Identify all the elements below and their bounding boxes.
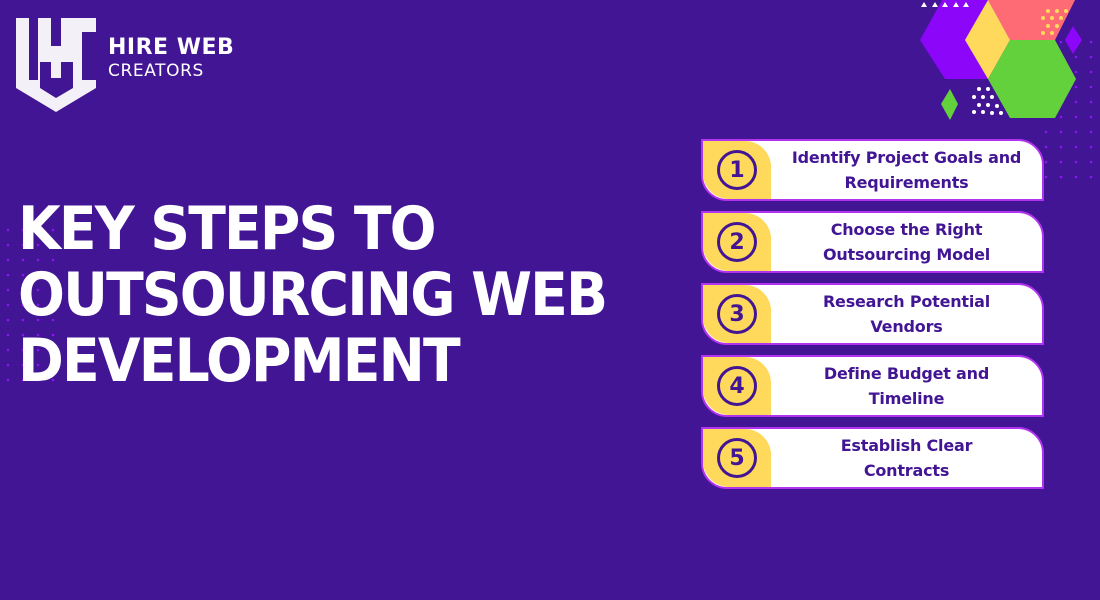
decorative-dot bbox=[6, 318, 10, 322]
decorative-dot bbox=[6, 228, 10, 232]
step-title-line2: Outsourcing Model bbox=[822, 245, 991, 264]
step-title-line1: Identify Project Goals and bbox=[791, 148, 1022, 167]
decorative-dot bbox=[1074, 175, 1078, 179]
brand-name-line2: CREATORS bbox=[108, 61, 204, 81]
step-number-tab: 2 bbox=[703, 213, 771, 271]
decorative-dot bbox=[1059, 175, 1063, 179]
step-title: Choose the Right Outsourcing Model bbox=[771, 213, 1042, 271]
step-title-line1: Choose the Right bbox=[830, 220, 983, 239]
step-number-tab: 4 bbox=[703, 357, 771, 415]
steps-list: 1 Identify Project Goals and Requirements… bbox=[701, 139, 1044, 499]
decorative-dot bbox=[1059, 130, 1063, 134]
step-title: Establish Clear Contracts bbox=[771, 429, 1042, 487]
brand-name-line1: HIRE WEB bbox=[108, 35, 235, 60]
headline-line-1: KEY STEPS TO bbox=[18, 194, 437, 264]
decorative-dot bbox=[6, 243, 10, 247]
decorative-dot bbox=[1089, 160, 1093, 164]
decorative-dot bbox=[1044, 160, 1048, 164]
decorative-dot bbox=[6, 273, 10, 277]
decorative-dot bbox=[1059, 145, 1063, 149]
decorative-dot bbox=[6, 288, 10, 292]
step-title-line1: Define Budget and bbox=[823, 364, 990, 383]
decorative-dot bbox=[6, 333, 10, 337]
step-title-line2: Timeline bbox=[868, 389, 945, 408]
step-title: Research Potential Vendors bbox=[771, 285, 1042, 343]
step-number-2-circle: 2 bbox=[717, 222, 757, 262]
diamond-green-small-shape bbox=[941, 89, 958, 120]
step-number-4-circle: 4 bbox=[717, 366, 757, 406]
decorative-dot bbox=[6, 258, 10, 262]
decorative-dot bbox=[1044, 145, 1048, 149]
step-title-line1: Establish Clear bbox=[840, 436, 973, 455]
step-number-3-circle: 3 bbox=[717, 294, 757, 334]
decorative-dot bbox=[6, 378, 10, 382]
decorative-dot bbox=[6, 363, 10, 367]
decorative-dot bbox=[1089, 130, 1093, 134]
headline-line-3: DEVELOPMENT bbox=[18, 326, 461, 396]
decorative-dot bbox=[6, 348, 10, 352]
decorative-dot bbox=[1089, 145, 1093, 149]
brand-name: HIRE WEB CREATORS bbox=[108, 35, 235, 82]
decorative-dot bbox=[1074, 130, 1078, 134]
step-card: 4 Define Budget and Timeline bbox=[701, 355, 1044, 417]
decorative-dot bbox=[6, 303, 10, 307]
decorative-dot bbox=[1059, 160, 1063, 164]
step-title-line2: Requirements bbox=[844, 173, 969, 192]
headline-line-2: OUTSOURCING WEB bbox=[18, 260, 608, 330]
step-title-line1: Research Potential bbox=[822, 292, 991, 311]
diamond-purple-small-shape bbox=[1065, 26, 1082, 54]
step-number-5-circle: 5 bbox=[717, 438, 757, 478]
hexagon-cluster-decoration bbox=[920, 0, 1082, 120]
page-headline: KEY STEPS TO OUTSOURCING WEB DEVELOPMENT bbox=[18, 194, 608, 396]
step-title: Define Budget and Timeline bbox=[771, 357, 1042, 415]
step-card: 3 Research Potential Vendors bbox=[701, 283, 1044, 345]
step-number-tab: 3 bbox=[703, 285, 771, 343]
decorative-dot bbox=[1074, 145, 1078, 149]
step-title: Identify Project Goals and Requirements bbox=[771, 141, 1042, 199]
step-card: 1 Identify Project Goals and Requirements bbox=[701, 139, 1044, 201]
decorative-dot bbox=[1089, 175, 1093, 179]
decorative-dot bbox=[1044, 175, 1048, 179]
step-title-line2: Contracts bbox=[863, 461, 950, 480]
step-number-tab: 1 bbox=[703, 141, 771, 199]
step-number-1-circle: 1 bbox=[717, 150, 757, 190]
step-number-tab: 5 bbox=[703, 429, 771, 487]
hire-web-creators-logo-icon bbox=[16, 18, 96, 112]
step-title-line2: Vendors bbox=[870, 317, 943, 336]
step-card: 2 Choose the Right Outsourcing Model bbox=[701, 211, 1044, 273]
step-card: 5 Establish Clear Contracts bbox=[701, 427, 1044, 489]
decorative-dot bbox=[1044, 130, 1048, 134]
decorative-dot bbox=[1074, 160, 1078, 164]
